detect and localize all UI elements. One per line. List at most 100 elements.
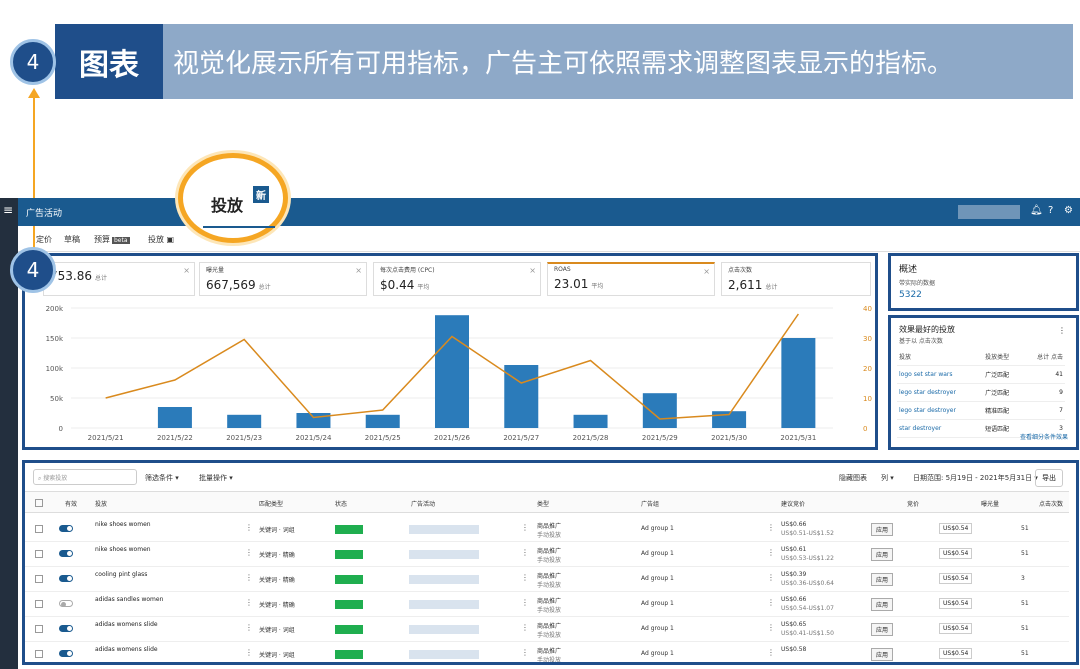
bid-input[interactable]: US$0.54 [939, 523, 973, 534]
col-header[interactable]: 建议竞价 [781, 499, 805, 508]
col-header[interactable]: 广告活动 [411, 499, 435, 508]
apply-button[interactable]: 应用 [871, 598, 894, 611]
more-options-icon[interactable]: ⋮ [767, 648, 775, 657]
enabled-toggle[interactable] [59, 525, 73, 532]
settings-icon[interactable]: ⚙ [1064, 205, 1073, 216]
ad-group-link[interactable]: Ad group 1 [641, 625, 674, 632]
apply-button[interactable]: 应用 [871, 573, 894, 586]
table-row[interactable]: adidas womens slide ⋮ 关键词 · 词组 ⋮ 商品推广 手动投放 Ad … [25, 617, 1069, 642]
ad-group-link[interactable]: Ad group 1 [641, 600, 674, 607]
target-keyword[interactable]: nike shoes women [95, 546, 151, 553]
target-keyword[interactable]: cooling pint glass [95, 571, 147, 578]
campaign-name-redacted[interactable] [409, 550, 479, 559]
col-header[interactable]: 状态 [335, 499, 347, 508]
col-header[interactable]: 投放 [95, 499, 107, 508]
table-row[interactable]: adidas womens slide ⋮ 关键词 · 词组 ⋮ 商品推广 手动投放 Ad … [25, 642, 1069, 662]
target-link[interactable]: lego star destroyer [897, 401, 984, 420]
apply-button[interactable]: 应用 [871, 523, 894, 536]
more-options-icon[interactable]: ⋮ [521, 573, 529, 582]
row-checkbox[interactable] [35, 650, 43, 658]
search-input[interactable]: ⌕ 搜索投放 [33, 469, 137, 485]
bell-icon[interactable]: 🔔︎ [1030, 205, 1043, 216]
metric-card-impressions[interactable]: 曝光量 667,569 总计 × [199, 262, 367, 296]
more-options-icon[interactable]: ⋮ [245, 598, 253, 607]
menu-icon[interactable]: ≡ [3, 203, 13, 217]
more-options-icon[interactable]: ⋮ [245, 573, 253, 582]
more-options-icon[interactable]: ⋮ [521, 598, 529, 607]
col-header[interactable]: 曝光量 [981, 499, 999, 508]
campaign-name-redacted[interactable] [409, 575, 479, 584]
scroll-thumb[interactable] [1077, 567, 1079, 581]
apply-button[interactable]: 应用 [871, 623, 894, 636]
metric-card-cpc[interactable]: 每次点击费用 (CPC) $0.44 平均 × [373, 262, 541, 296]
target-link[interactable]: logo set star wars [897, 365, 984, 384]
enabled-toggle[interactable] [59, 550, 73, 557]
target-link[interactable]: star destroyer [897, 419, 984, 438]
target-keyword[interactable]: adidas womens slide [95, 646, 158, 653]
tab-budget[interactable]: 预算 beta [94, 234, 130, 245]
close-icon[interactable]: × [183, 266, 190, 275]
target-keyword[interactable]: nike shoes women [95, 521, 151, 528]
overview-value[interactable]: 5322 [899, 290, 922, 300]
enabled-toggle[interactable] [59, 625, 73, 632]
row-checkbox[interactable] [35, 625, 43, 633]
more-options-icon[interactable]: ⋮ [767, 523, 775, 532]
help-icon[interactable]: ? [1048, 205, 1053, 216]
export-button[interactable]: 导出 [1035, 469, 1063, 487]
ad-group-link[interactable]: Ad group 1 [641, 575, 674, 582]
date-range-picker[interactable]: 日期范围: 5月19日 - 2021年5月31日 ▾ [913, 473, 1038, 483]
more-options-icon[interactable]: ⋮ [767, 548, 775, 557]
columns-dropdown[interactable]: 列 ▾ [881, 473, 894, 483]
ad-group-link[interactable]: Ad group 1 [641, 550, 674, 557]
metric-card-clicks[interactable]: 点击次数 2,611 总计 [721, 262, 871, 296]
col-header[interactable]: 匹配类型 [259, 499, 283, 508]
enabled-toggle[interactable] [59, 575, 73, 582]
bid-input[interactable]: US$0.54 [939, 648, 973, 659]
more-targets-link[interactable]: 查看细分条件效果 [1020, 432, 1068, 441]
enabled-toggle[interactable] [59, 650, 73, 657]
more-options-icon[interactable]: ⋮ [245, 623, 253, 632]
more-options-icon[interactable]: ⋮ [521, 648, 529, 657]
col-header[interactable]: 类型 [537, 499, 549, 508]
table-scrollbar[interactable]: ⌃ [1077, 517, 1079, 647]
row-checkbox[interactable] [35, 600, 43, 608]
close-icon[interactable]: × [703, 267, 710, 276]
bid-input[interactable]: US$0.54 [939, 548, 973, 559]
bulk-actions-dropdown[interactable]: 批量操作 ▾ [199, 473, 233, 483]
apply-button[interactable]: 应用 [871, 548, 894, 561]
bid-input[interactable]: US$0.54 [939, 573, 973, 584]
ad-group-link[interactable]: Ad group 1 [641, 650, 674, 657]
tab-targeting[interactable]: 投放 ▣ [148, 234, 174, 245]
metric-card-roas[interactable]: ROAS 23.01 平均 × [547, 262, 715, 296]
tab-pricing[interactable]: 定价 [36, 234, 52, 245]
ad-group-link[interactable]: Ad group 1 [641, 525, 674, 532]
close-icon[interactable]: × [529, 266, 536, 275]
col-header[interactable]: 竞价 [907, 499, 919, 508]
campaign-name-redacted[interactable] [409, 600, 479, 609]
target-link[interactable]: lego star destroyer [897, 383, 984, 402]
more-options-icon[interactable]: ⋮ [245, 648, 253, 657]
campaign-name-redacted[interactable] [409, 525, 479, 534]
target-keyword[interactable]: adidas womens slide [95, 621, 158, 628]
more-options-icon[interactable]: ⋮ [1058, 326, 1066, 335]
target-keyword[interactable]: adidas sandles women [95, 596, 163, 603]
more-options-icon[interactable]: ⋮ [521, 523, 529, 532]
apply-button[interactable]: 应用 [871, 648, 894, 661]
row-checkbox[interactable] [35, 550, 43, 558]
close-icon[interactable]: × [355, 266, 362, 275]
bid-input[interactable]: US$0.54 [939, 623, 973, 634]
more-options-icon[interactable]: ⋮ [521, 623, 529, 632]
table-row[interactable]: adidas sandles women ⋮ 关键词 · 精确 ⋮ 商品推广 手动投放 Ad… [25, 592, 1069, 617]
more-options-icon[interactable]: ⋮ [767, 573, 775, 582]
more-options-icon[interactable]: ⋮ [767, 598, 775, 607]
col-header[interactable]: 广告组 [641, 499, 659, 508]
col-header[interactable]: 点击次数 [1039, 499, 1063, 508]
col-header[interactable]: 有效 [65, 499, 77, 508]
more-options-icon[interactable]: ⋮ [767, 623, 775, 632]
select-all-checkbox[interactable] [35, 499, 43, 507]
row-checkbox[interactable] [35, 575, 43, 583]
metric-card-spend[interactable]: 753.86 总计 × [43, 262, 195, 296]
tab-drafts[interactable]: 草稿 [64, 234, 80, 245]
row-checkbox[interactable] [35, 525, 43, 533]
enabled-toggle[interactable] [59, 600, 73, 607]
